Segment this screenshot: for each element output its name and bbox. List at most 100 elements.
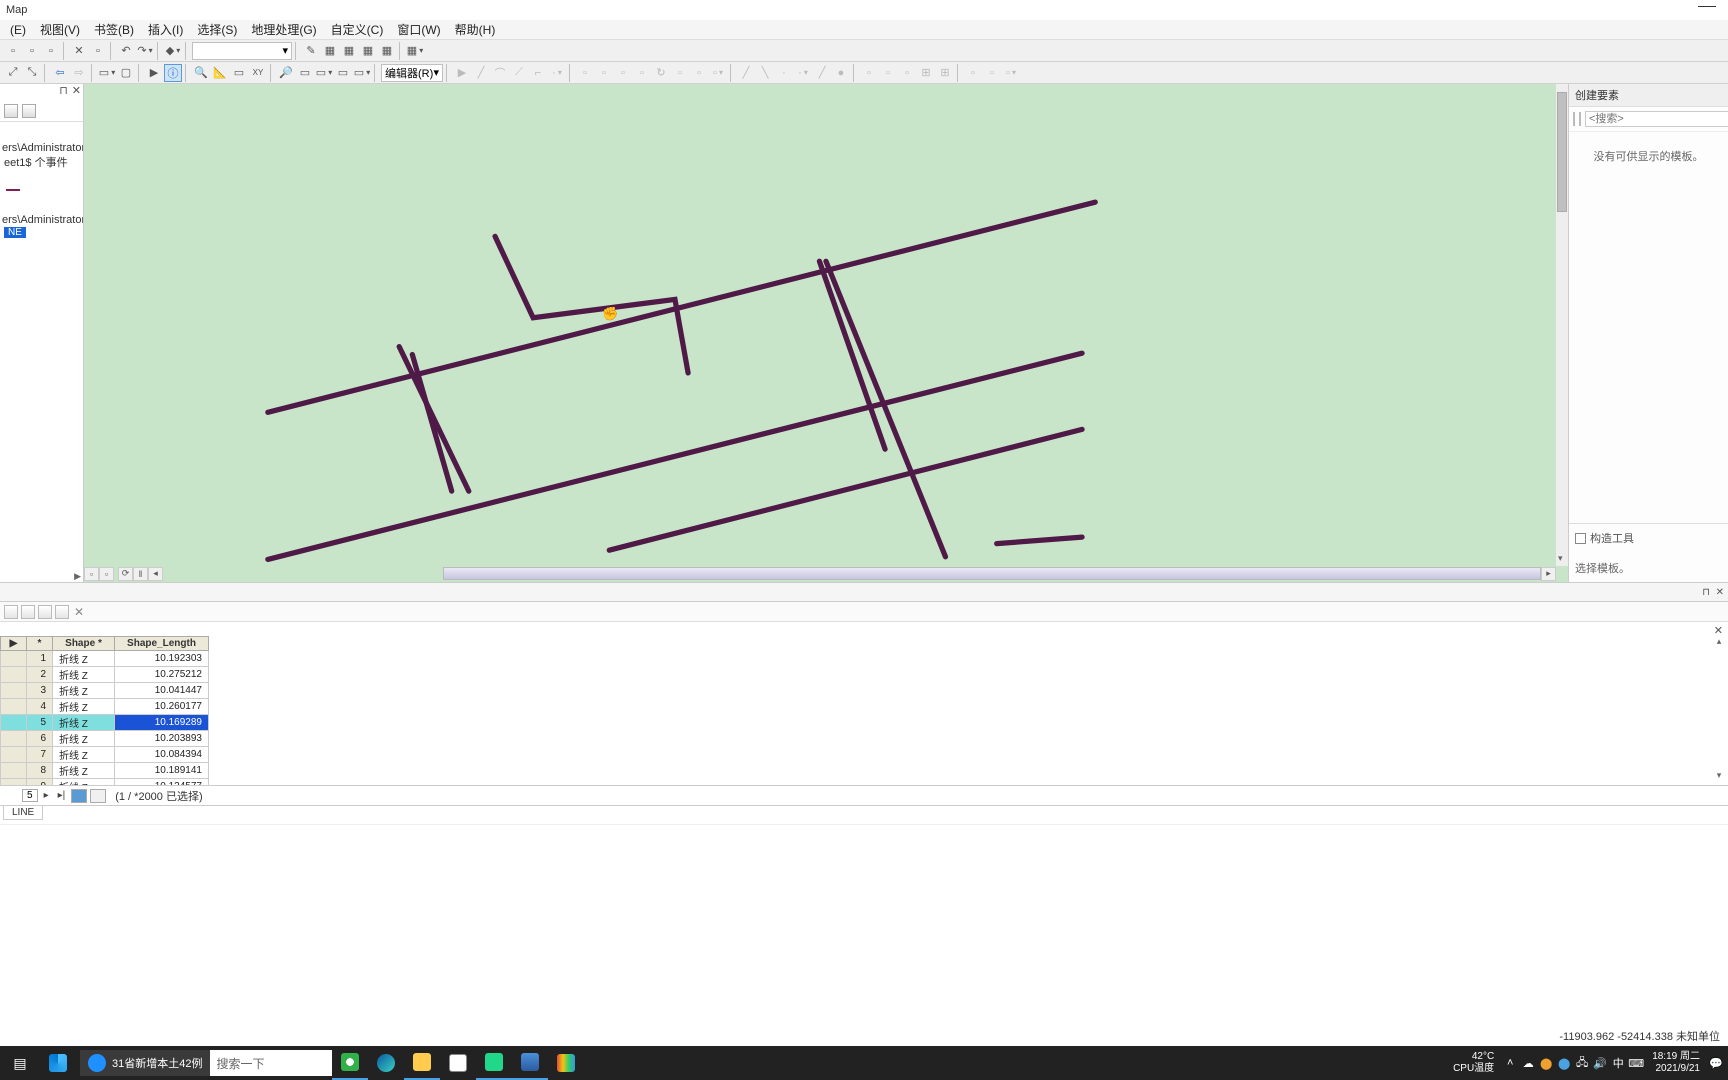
toc-close-icon[interactable]: ✕ bbox=[72, 84, 81, 100]
cut-poly-icon[interactable]: ▫ bbox=[614, 64, 632, 82]
row-marker[interactable] bbox=[1, 779, 27, 787]
menu-select[interactable]: 选择(S) bbox=[191, 19, 243, 40]
table-row[interactable]: 2折线 Z10.275212 bbox=[1, 667, 209, 683]
cut-icon[interactable]: ✕ bbox=[70, 42, 88, 60]
tbl-scroll-up-icon[interactable]: ▴ bbox=[1717, 636, 1722, 647]
model-icon[interactable]: ▦ bbox=[406, 42, 424, 60]
measure-icon[interactable]: 📐 bbox=[211, 64, 229, 82]
record-number-input[interactable]: 5 bbox=[22, 789, 38, 802]
toolbox-icon[interactable]: ▦ bbox=[321, 42, 339, 60]
arc-segment-icon[interactable]: ⌒ bbox=[491, 64, 509, 82]
taskbar-app1-icon[interactable] bbox=[440, 1046, 476, 1080]
find-icon[interactable]: 🔍 bbox=[192, 64, 210, 82]
validate-icon[interactable]: ● bbox=[832, 64, 850, 82]
show-all-records-icon[interactable] bbox=[71, 789, 87, 803]
tray-notification-icon[interactable]: 💬 bbox=[1708, 1057, 1724, 1070]
row-marker[interactable] bbox=[1, 651, 27, 667]
ext-1-icon[interactable]: ▫ bbox=[964, 64, 982, 82]
create-features-icon[interactable]: ▫ bbox=[709, 64, 727, 82]
ext-2-icon[interactable]: ▫ bbox=[983, 64, 1001, 82]
viewer-icon[interactable]: ▭ bbox=[353, 64, 371, 82]
start-button[interactable]: ▤ bbox=[0, 1046, 40, 1080]
xy-icon[interactable]: XY bbox=[249, 64, 267, 82]
table-tab-line[interactable]: LINE bbox=[3, 806, 43, 820]
identify-icon[interactable]: ⓘ bbox=[164, 64, 182, 82]
toc-layer-2-name[interactable]: NE bbox=[4, 227, 26, 238]
toc-layer-1-name[interactable]: eet1$ 个事件 bbox=[4, 154, 83, 170]
table-row[interactable]: 5折线 Z10.169289 bbox=[1, 715, 209, 731]
tray-cloud-icon[interactable]: ☁ bbox=[1520, 1057, 1536, 1070]
topo-edit-icon[interactable]: ╱ bbox=[737, 64, 755, 82]
toc-list-by-source-icon[interactable] bbox=[22, 104, 36, 118]
undo-icon[interactable]: ↶ bbox=[117, 42, 135, 60]
last-record-icon[interactable]: ▸| bbox=[55, 790, 69, 801]
copy-icon[interactable]: ▫ bbox=[89, 42, 107, 60]
taskbar-explorer-icon[interactable] bbox=[404, 1046, 440, 1080]
taskbar-search[interactable]: 搜索一下 bbox=[210, 1050, 332, 1076]
table-row[interactable]: 1折线 Z10.192303 bbox=[1, 651, 209, 667]
time-slider-icon[interactable]: ▭ bbox=[296, 64, 314, 82]
row-marker[interactable] bbox=[1, 683, 27, 699]
template-filter-icon[interactable] bbox=[1573, 112, 1575, 126]
shape-length-header[interactable]: Shape_Length bbox=[115, 637, 209, 651]
minimize-button[interactable] bbox=[1698, 4, 1716, 7]
select-by-attr-icon[interactable] bbox=[38, 605, 52, 619]
menu-insert[interactable]: 插入(I) bbox=[142, 19, 189, 40]
html-popup-icon[interactable]: ▭ bbox=[334, 64, 352, 82]
table-row[interactable]: 9折线 Z10.124577 bbox=[1, 779, 209, 787]
attributes-icon[interactable]: ▫ bbox=[671, 64, 689, 82]
data-view-icon[interactable]: ▫ bbox=[84, 567, 99, 581]
find-route-icon[interactable]: 🔎 bbox=[277, 64, 295, 82]
reshape-icon[interactable]: ▫ bbox=[595, 64, 613, 82]
menu-customize[interactable]: 自定义(C) bbox=[325, 19, 390, 40]
scroll-down-icon[interactable]: ▾ bbox=[1558, 553, 1563, 564]
taskbar-arcmap-icon[interactable] bbox=[512, 1046, 548, 1080]
tray-clock[interactable]: 18:19 周二 2021/9/21 bbox=[1646, 1051, 1706, 1075]
refresh-icon[interactable]: ⟳ bbox=[118, 567, 133, 581]
tbl-scroll-down-icon[interactable]: ▾ bbox=[1717, 770, 1722, 781]
toc-scroll-right-icon[interactable]: ▶ bbox=[74, 571, 81, 582]
table-scrollbar[interactable]: ▴ ▾ bbox=[1713, 636, 1725, 781]
zoom-in-icon[interactable]: ⤢ bbox=[4, 64, 22, 82]
menu-geoprocess[interactable]: 地理处理(G) bbox=[245, 19, 322, 40]
row-marker[interactable] bbox=[1, 715, 27, 731]
edit-tool-icon[interactable]: ▶ bbox=[453, 64, 471, 82]
clear-sel-icon[interactable]: ✕ bbox=[74, 605, 84, 619]
trace-icon[interactable]: ⟋ bbox=[510, 64, 528, 82]
go-to-icon[interactable]: ▭ bbox=[315, 64, 333, 82]
catalog-icon[interactable]: ▦ bbox=[340, 42, 358, 60]
prev-extent-icon[interactable]: ⇦ bbox=[51, 64, 69, 82]
hyper-icon[interactable]: ▭ bbox=[230, 64, 248, 82]
star-header[interactable]: * bbox=[27, 637, 53, 651]
taskbar-ie-tab[interactable]: 31省新增本土42例 bbox=[80, 1050, 210, 1076]
split-icon[interactable]: ▫ bbox=[633, 64, 651, 82]
taskbar-chrome-icon[interactable] bbox=[332, 1046, 368, 1080]
align-4-icon[interactable]: ⊞ bbox=[917, 64, 935, 82]
tray-network-icon[interactable]: 🖧 bbox=[1574, 1054, 1590, 1073]
menu-help[interactable]: 帮助(H) bbox=[449, 19, 502, 40]
table-row[interactable]: 7折线 Z10.084394 bbox=[1, 747, 209, 763]
row-marker[interactable] bbox=[1, 667, 27, 683]
table-pin-icon[interactable]: ⊓ bbox=[1702, 587, 1710, 598]
save-icon[interactable]: ▫ bbox=[42, 42, 60, 60]
topo-2-icon[interactable]: ╲ bbox=[756, 64, 774, 82]
table-row[interactable]: 4折线 Z10.260177 bbox=[1, 699, 209, 715]
row-header[interactable]: ▶ bbox=[1, 637, 27, 651]
ext-3-icon[interactable]: ▫ bbox=[1002, 64, 1020, 82]
sketch-props-icon[interactable]: ▫ bbox=[690, 64, 708, 82]
rotate-icon[interactable]: ↻ bbox=[652, 64, 670, 82]
redo-icon[interactable]: ↷ bbox=[136, 42, 154, 60]
scroll-left-icon[interactable]: ◂ bbox=[148, 567, 163, 581]
pause-icon[interactable]: ‖ bbox=[133, 567, 148, 581]
align-3-icon[interactable]: ▫ bbox=[898, 64, 916, 82]
python-icon[interactable]: ▦ bbox=[378, 42, 396, 60]
map-vertical-scrollbar[interactable]: ▾ bbox=[1556, 84, 1568, 566]
table-row[interactable]: 3折线 Z10.041447 bbox=[1, 683, 209, 699]
table-row[interactable]: 8折线 Z10.189141 bbox=[1, 763, 209, 779]
zoom-out-icon[interactable]: ⤡ bbox=[23, 64, 41, 82]
table-panel-close-icon[interactable]: ✕ bbox=[1716, 587, 1724, 598]
menu-window[interactable]: 窗口(W) bbox=[391, 19, 446, 40]
align-2-icon[interactable]: ▫ bbox=[879, 64, 897, 82]
select-features-icon[interactable]: ▭ bbox=[98, 64, 116, 82]
map-canvas[interactable]: ✊ ▾ ▫ ▫ ⟳ ‖ ◂ ▸ bbox=[84, 84, 1568, 582]
